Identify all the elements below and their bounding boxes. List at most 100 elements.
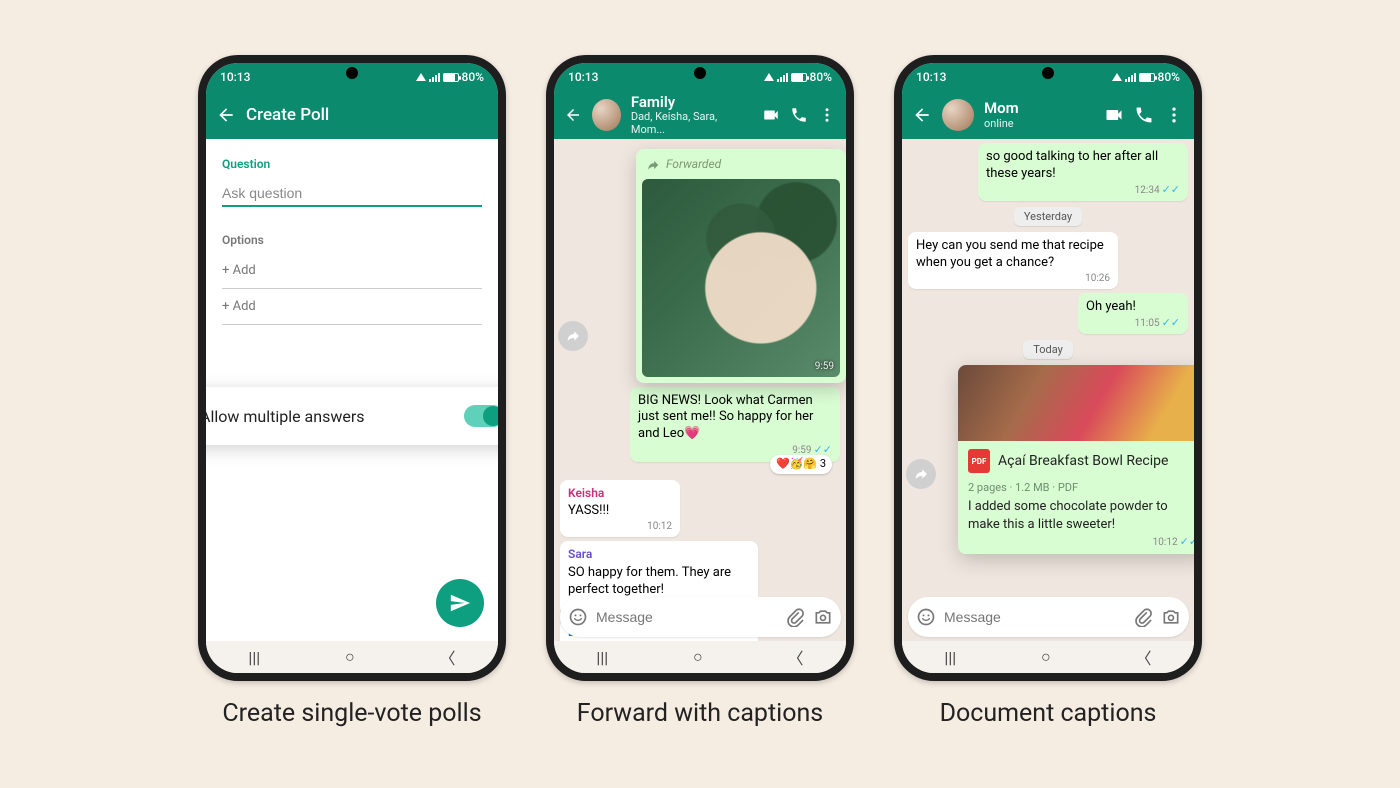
phone-1-column: 10:13 80% Create Poll Question Options +… <box>198 55 506 728</box>
add-option-2[interactable]: + Add <box>222 289 482 325</box>
allow-multiple-card: Allow multiple answers <box>206 387 498 445</box>
android-nav: ||| ○ 〈 <box>554 641 846 673</box>
question-label: Question <box>222 157 482 171</box>
signal-icon <box>777 73 788 82</box>
camera-icon[interactable] <box>813 607 833 627</box>
document-bubble[interactable]: PDF Açaí Breakfast Bowl Recipe 2 pages ·… <box>958 365 1194 554</box>
phones-row: 10:13 80% Create Poll Question Options +… <box>198 55 1202 728</box>
caption-2: Forward with captions <box>577 699 823 728</box>
caption-1: Create single-vote polls <box>222 699 481 728</box>
emoji-icon[interactable] <box>916 607 936 627</box>
chat-members: Dad, Keisha, Sara, Mom... <box>631 110 742 136</box>
share-icon[interactable] <box>558 321 588 351</box>
more-icon[interactable] <box>818 105 836 125</box>
sender: Sara <box>568 547 750 563</box>
home-icon[interactable]: ○ <box>345 647 355 667</box>
status-right: 80% <box>764 70 832 84</box>
forwarded-image[interactable]: 9:59 <box>642 179 840 377</box>
chat-header[interactable]: Family Dad, Keisha, Sara, Mom... <box>554 91 846 139</box>
phone-frame-2: 10:13 80% Family Dad, Keisha, Sara, Mom.… <box>546 55 854 681</box>
document-title: Açaí Breakfast Bowl Recipe <box>998 453 1168 469</box>
read-ticks-icon: ✓✓ <box>1162 316 1180 330</box>
pdf-icon: PDF <box>968 449 990 473</box>
avatar[interactable] <box>942 99 974 131</box>
date-chip: Yesterday <box>1014 207 1082 226</box>
msg-keisha[interactable]: Keisha YASS!!! 10:12 <box>560 480 680 537</box>
document-caption: I added some chocolate powder to make th… <box>958 494 1194 535</box>
toggle-label: Allow multiple answers <box>206 407 365 426</box>
back-icon[interactable] <box>912 105 932 125</box>
phone-2-column: 10:13 80% Family Dad, Keisha, Sara, Mom.… <box>546 55 854 728</box>
wifi-icon <box>764 73 774 81</box>
battery-icon <box>443 73 459 82</box>
back-nav-icon[interactable]: 〈 <box>440 645 456 669</box>
screen-1: 10:13 80% Create Poll Question Options +… <box>206 63 498 673</box>
forwarded-label: Forwarded <box>642 155 840 179</box>
msg-in-1[interactable]: Hey can you send me that recipe when you… <box>908 232 1118 289</box>
phone-frame-1: 10:13 80% Create Poll Question Options +… <box>198 55 506 681</box>
message-input[interactable] <box>596 609 777 625</box>
date-chip: Today <box>1023 340 1073 359</box>
back-nav-icon[interactable]: 〈 <box>1136 645 1152 669</box>
phone-frame-3: 10:13 80% Mom online so goo <box>894 55 1202 681</box>
read-ticks-icon: ✓✓ <box>1180 535 1194 548</box>
battery-pct: 80% <box>462 70 484 84</box>
msg-out-2[interactable]: Oh yeah! 11:05✓✓ <box>1078 293 1188 334</box>
battery-icon <box>791 73 807 82</box>
options-label: Options <box>222 233 482 247</box>
attach-icon[interactable] <box>785 607 805 627</box>
camera-notch <box>1042 67 1054 79</box>
message-box[interactable] <box>908 597 1189 637</box>
app-bar: Create Poll <box>206 91 498 139</box>
emoji-icon[interactable] <box>568 607 588 627</box>
allow-multiple-toggle[interactable] <box>464 405 498 427</box>
chat-header[interactable]: Mom online <box>902 91 1194 139</box>
call-icon[interactable] <box>1134 105 1154 125</box>
reactions[interactable]: ❤️🥳🤗 3 <box>770 455 832 473</box>
back-icon[interactable] <box>564 105 582 125</box>
back-nav-icon[interactable]: 〈 <box>788 645 804 669</box>
videocall-icon[interactable] <box>762 105 780 125</box>
add-option-1[interactable]: + Add <box>222 253 482 289</box>
chat-status: online <box>984 117 1019 130</box>
chat-title-block: Mom online <box>984 100 1019 130</box>
attach-icon[interactable] <box>1133 607 1153 627</box>
send-button[interactable] <box>436 579 484 627</box>
recents-icon[interactable]: ||| <box>944 648 956 667</box>
phone-3-column: 10:13 80% Mom online so goo <box>894 55 1202 728</box>
camera-icon[interactable] <box>1161 607 1181 627</box>
more-icon[interactable] <box>1164 105 1184 125</box>
caption-bubble[interactable]: BIG NEWS! Look what Carmen just sent me!… <box>630 387 840 462</box>
chat-area: Forwarded 9:59 BIG NEWS! Look what Carme… <box>554 139 846 673</box>
recents-icon[interactable]: ||| <box>248 648 260 667</box>
message-input[interactable] <box>944 609 1125 625</box>
poll-body: Question Options + Add + Add Allow multi… <box>206 139 498 673</box>
battery-icon <box>1139 73 1155 82</box>
battery-pct: 80% <box>1158 70 1180 84</box>
page-title: Create Poll <box>246 105 329 125</box>
recents-icon[interactable]: ||| <box>596 648 608 667</box>
question-input[interactable] <box>222 181 482 207</box>
status-right: 80% <box>416 70 484 84</box>
status-time: 10:13 <box>220 70 250 84</box>
document-meta: 2 pages · 1.2 MB · PDF <box>958 481 1194 494</box>
document-row[interactable]: PDF Açaí Breakfast Bowl Recipe <box>958 441 1194 481</box>
status-time: 10:13 <box>568 70 598 84</box>
share-icon[interactable] <box>906 459 936 489</box>
message-box[interactable] <box>560 597 841 637</box>
videocall-icon[interactable] <box>1104 105 1124 125</box>
avatar[interactable] <box>592 99 621 131</box>
msg-out-0[interactable]: so good talking to her after all these y… <box>978 143 1188 201</box>
wifi-icon <box>1112 73 1122 81</box>
forwarded-image-bubble[interactable]: Forwarded 9:59 <box>636 149 846 383</box>
status-right: 80% <box>1112 70 1180 84</box>
back-icon[interactable] <box>216 105 236 125</box>
chat-area: so good talking to her after all these y… <box>902 139 1194 673</box>
call-icon[interactable] <box>790 105 808 125</box>
sender: Keisha <box>568 486 672 502</box>
home-icon[interactable]: ○ <box>693 647 703 667</box>
chat-title-block: Family Dad, Keisha, Sara, Mom... <box>631 94 742 137</box>
image-time: 9:59 <box>815 360 834 373</box>
input-bar <box>908 597 1188 637</box>
home-icon[interactable]: ○ <box>1041 647 1051 667</box>
